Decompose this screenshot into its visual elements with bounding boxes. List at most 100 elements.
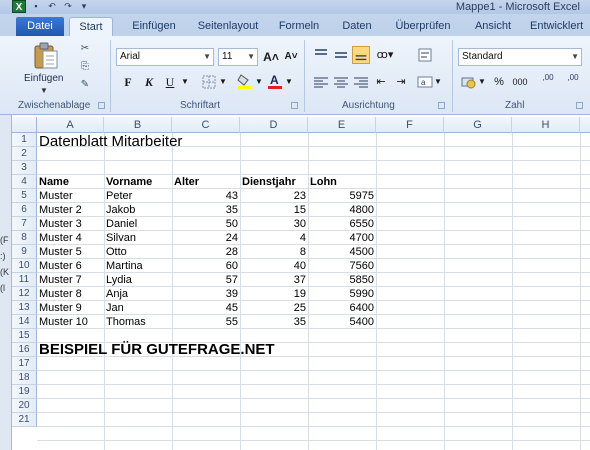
cell-vorname[interactable]: Peter [106,189,132,203]
paste-dropdown-icon[interactable]: ▼ [40,86,48,95]
cell-dienstjahr[interactable]: 25 [242,301,306,315]
row-header-10[interactable]: 10 [12,259,37,273]
cell-name[interactable]: Muster 3 [39,217,82,231]
header-vorname[interactable]: Vorname [106,175,152,189]
cell-alter[interactable]: 39 [174,287,238,301]
header-name[interactable]: Name [39,175,69,189]
alignment-dialog-launcher-icon[interactable] [438,102,445,109]
cell-alter[interactable]: 57 [174,273,238,287]
align-middle-icon[interactable] [332,46,350,64]
number-format-select[interactable]: Standard ▼ [458,48,582,66]
cell-lohn[interactable]: 5400 [310,315,374,329]
cell-dienstjahr[interactable]: 40 [242,259,306,273]
underline-dropdown-icon[interactable]: ▼ [180,73,190,91]
cell-vorname[interactable]: Thomas [106,315,146,329]
cell-lohn[interactable]: 6550 [310,217,374,231]
accounting-format-icon[interactable] [460,73,478,91]
cell-name[interactable]: Muster 10 [39,315,88,329]
cell-alter[interactable]: 60 [174,259,238,273]
customize-icon[interactable]: ▾ [78,1,90,12]
merge-center-icon[interactable]: a [416,73,434,91]
cell-name[interactable]: Muster 2 [39,203,82,217]
wrap-text-icon[interactable] [416,46,434,64]
select-all-corner[interactable] [12,117,37,133]
font-dialog-launcher-icon[interactable] [291,102,298,109]
cell-lohn[interactable]: 6400 [310,301,374,315]
tab-ansicht[interactable]: Ansicht [466,17,520,36]
cell-dienstjahr[interactable]: 30 [242,217,306,231]
row-header-9[interactable]: 9 [12,245,37,259]
cell-alter[interactable]: 28 [174,245,238,259]
row-header-8[interactable]: 8 [12,231,37,245]
tab-start[interactable]: Start [69,17,113,36]
cell-vorname[interactable]: Jan [106,301,124,315]
column-header-b[interactable]: B [104,117,172,133]
cell-lohn[interactable]: 5990 [310,287,374,301]
row-header-16[interactable]: 16 [12,343,37,357]
accounting-dropdown-icon[interactable]: ▼ [478,73,486,91]
header-dienstjahr[interactable]: Dienstjahr [242,175,296,189]
grow-font-button[interactable]: A˄ [262,48,280,66]
cell-dienstjahr[interactable]: 23 [242,189,306,203]
align-left-icon[interactable] [312,73,330,91]
merge-dropdown-icon[interactable]: ▼ [434,73,442,91]
shrink-font-button[interactable]: A˅ [282,48,300,66]
undo-icon[interactable]: ↶ [46,1,58,12]
cell-dienstjahr[interactable]: 8 [242,245,306,259]
header-alter[interactable]: Alter [174,175,199,189]
row-header-6[interactable]: 6 [12,203,37,217]
row-header-11[interactable]: 11 [12,273,37,287]
font-color-icon[interactable]: A [266,72,284,90]
row-header-4[interactable]: 4 [12,175,37,189]
cell-vorname[interactable]: Lydia [106,273,132,287]
tab-seitenlayout[interactable]: Seitenlayout [192,17,264,36]
cell-name[interactable]: Muster 9 [39,301,82,315]
excel-logo-icon[interactable]: X [12,0,26,13]
increase-indent-icon[interactable]: ⇥ [392,73,410,91]
row-header-19[interactable]: 19 [12,385,37,399]
cell-name[interactable]: Muster [39,189,73,203]
row-header-14[interactable]: 14 [12,315,37,329]
align-top-icon[interactable] [312,46,330,64]
cell-vorname[interactable]: Jakob [106,203,135,217]
cell-alter[interactable]: 43 [174,189,238,203]
cell-lohn[interactable]: 5850 [310,273,374,287]
cell-name[interactable]: Muster 4 [39,231,82,245]
decrease-decimal-button[interactable]: ,00 [562,73,584,91]
cell-name[interactable]: Muster 5 [39,245,82,259]
column-header-d[interactable]: D [240,117,308,133]
cell-name[interactable]: Muster 8 [39,287,82,301]
cell-alter[interactable]: 35 [174,203,238,217]
copy-icon[interactable]: ⎘ [78,60,92,73]
tab-formeln[interactable]: Formeln [272,17,326,36]
row-header-3[interactable]: 3 [12,161,37,175]
row-header-15[interactable]: 15 [12,329,37,343]
underline-button[interactable]: U [162,73,178,91]
tab-daten[interactable]: Daten [334,17,380,36]
tab-ueberpruefen[interactable]: Überprüfen [388,17,458,36]
format-painter-icon[interactable]: ✎ [78,78,92,91]
border-dropdown-icon[interactable]: ▼ [218,73,228,91]
cell-lohn[interactable]: 4500 [310,245,374,259]
paste-button-label[interactable]: Einfügen [24,73,63,84]
cell-vorname[interactable]: Silvan [106,231,136,245]
font-size-select[interactable]: 11 ▼ [218,48,258,66]
redo-icon[interactable]: ↷ [62,1,74,12]
cell-dienstjahr[interactable]: 19 [242,287,306,301]
align-center-icon[interactable] [332,73,350,91]
tab-entwicklertools[interactable]: Entwicklert [530,17,590,36]
bold-button[interactable]: F [120,73,136,91]
cell-lohn[interactable]: 5975 [310,189,374,203]
cell-alter[interactable]: 50 [174,217,238,231]
row-header-17[interactable]: 17 [12,357,37,371]
tab-einfuegen[interactable]: Einfügen [126,17,182,36]
fill-color-dropdown-icon[interactable]: ▼ [254,73,264,91]
row-header-13[interactable]: 13 [12,301,37,315]
cell-dienstjahr[interactable]: 35 [242,315,306,329]
clipboard-dialog-launcher-icon[interactable] [98,102,105,109]
border-icon[interactable] [200,73,218,91]
cell-lohn[interactable]: 4700 [310,231,374,245]
tab-datei[interactable]: Datei [16,17,64,36]
cell-a1-title[interactable]: Datenblatt Mitarbeiter [39,134,182,150]
cell-vorname[interactable]: Anja [106,287,128,301]
